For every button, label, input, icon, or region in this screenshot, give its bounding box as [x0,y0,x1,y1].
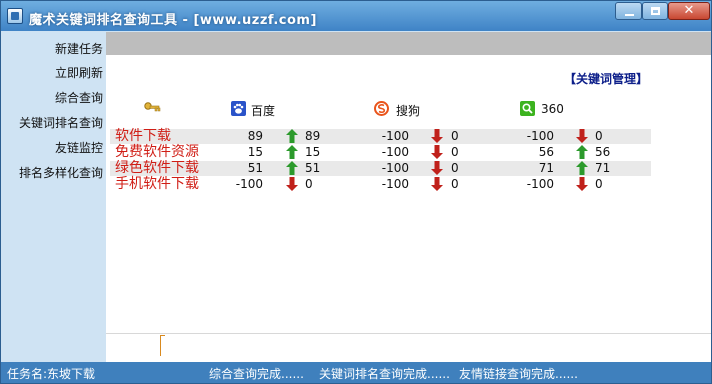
key-icon [144,102,161,112]
sidebar: 新建任务 立即刷新 综合查询 关键词排名查询 友链监控 排名多样化查询 [3,32,106,362]
status-keyword-query: 关键词排名查询完成...... [319,367,450,381]
engine-label-360: 360 [541,102,564,116]
sogou-s-icon [374,101,389,116]
main-panel: 【关键词管理】 百度 搜狗 360 软件下载 89 89 -100 0 -100 [106,32,711,363]
minimize-icon [625,14,634,16]
e360-rank-value: -100 [526,177,554,191]
title-bar[interactable]: 魔术关键词排名查询工具 - [www.uzzf.com] ✕ [1,1,711,31]
sogou-rank-value: -100 [381,161,409,175]
app-window: 魔术关键词排名查询工具 - [www.uzzf.com] ✕ 新建任务 立即刷新… [0,0,712,384]
baidu-rank-value: -100 [235,177,263,191]
sidebar-item-new-task[interactable]: 新建任务 [55,40,103,57]
baidu-rank-value: 51 [247,161,263,175]
baidu-rank-value: 15 [247,145,263,159]
baidu-rank-change: 89 [305,129,321,143]
maximize-button[interactable] [642,2,668,20]
toolbar-strip [106,32,711,55]
engine-label-sogou: 搜狗 [396,104,421,118]
arrow-down-icon [431,129,443,144]
sidebar-item-diverse-rank-query[interactable]: 排名多样化查询 [19,164,103,181]
sogou-rank-change: 0 [451,129,459,143]
e360-rank-value: -100 [526,129,554,143]
keyword-manage-link[interactable]: 【关键词管理】 [564,70,648,87]
sogou-rank-change: 0 [451,161,459,175]
sogou-rank-value: -100 [381,129,409,143]
sidebar-item-keyword-rank-query[interactable]: 关键词排名查询 [19,114,103,131]
close-button[interactable]: ✕ [668,2,710,20]
sidebar-item-refresh[interactable]: 立即刷新 [55,64,103,81]
keyword-cell[interactable]: 软件下载 [115,129,171,144]
sogou-rank-value: -100 [381,145,409,159]
log-area[interactable] [106,333,711,363]
arrow-down-icon [286,177,298,192]
sogou-rank-value: -100 [381,177,409,191]
minimize-button[interactable] [615,2,642,20]
e360-rank-value: 56 [538,145,554,159]
app-icon [7,8,23,24]
arrow-up-icon [576,145,588,160]
arrow-down-icon [576,129,588,144]
baidu-rank-change: 0 [305,177,313,191]
baidu-rank-value: 89 [247,129,263,143]
baidu-rank-change: 51 [305,161,321,175]
sidebar-item-combined-query[interactable]: 综合查询 [55,89,103,106]
status-bar: 任务名:东坡下载 综合查询完成...... 关键词排名查询完成...... 友情… [1,362,711,383]
arrow-up-icon [286,145,298,160]
keyword-cell[interactable]: 绿色软件下载 [115,161,199,176]
arrow-down-icon [576,177,588,192]
status-link-query: 友情链接查询完成...... [459,367,578,381]
baidu-rank-change: 15 [305,145,321,159]
arrow-up-icon [286,129,298,144]
status-combined-query: 综合查询完成...... [209,367,304,381]
status-task: 任务名:东坡下载 [7,367,96,381]
arrow-up-icon [576,161,588,176]
maximize-icon [651,7,660,15]
window-title: 魔术关键词排名查询工具 - [www.uzzf.com] [29,13,317,28]
e360-rank-value: 71 [538,161,554,175]
baidu-paw-icon [231,101,246,116]
e360-rank-change: 56 [595,145,611,159]
arrow-down-icon [431,161,443,176]
keyword-cell[interactable]: 手机软件下载 [115,177,199,192]
engine-label-baidu: 百度 [251,104,276,118]
sidebar-item-link-monitor[interactable]: 友链监控 [55,139,103,156]
e360-rank-change: 0 [595,177,603,191]
360-search-icon [520,101,535,116]
arrow-down-icon [431,145,443,160]
e360-rank-change: 0 [595,129,603,143]
text-cursor [160,335,165,356]
arrow-up-icon [286,161,298,176]
sogou-rank-change: 0 [451,177,459,191]
keyword-cell[interactable]: 免费软件资源 [115,145,199,160]
e360-rank-change: 71 [595,161,611,175]
arrow-down-icon [431,177,443,192]
sogou-rank-change: 0 [451,145,459,159]
close-icon: ✕ [683,3,695,18]
